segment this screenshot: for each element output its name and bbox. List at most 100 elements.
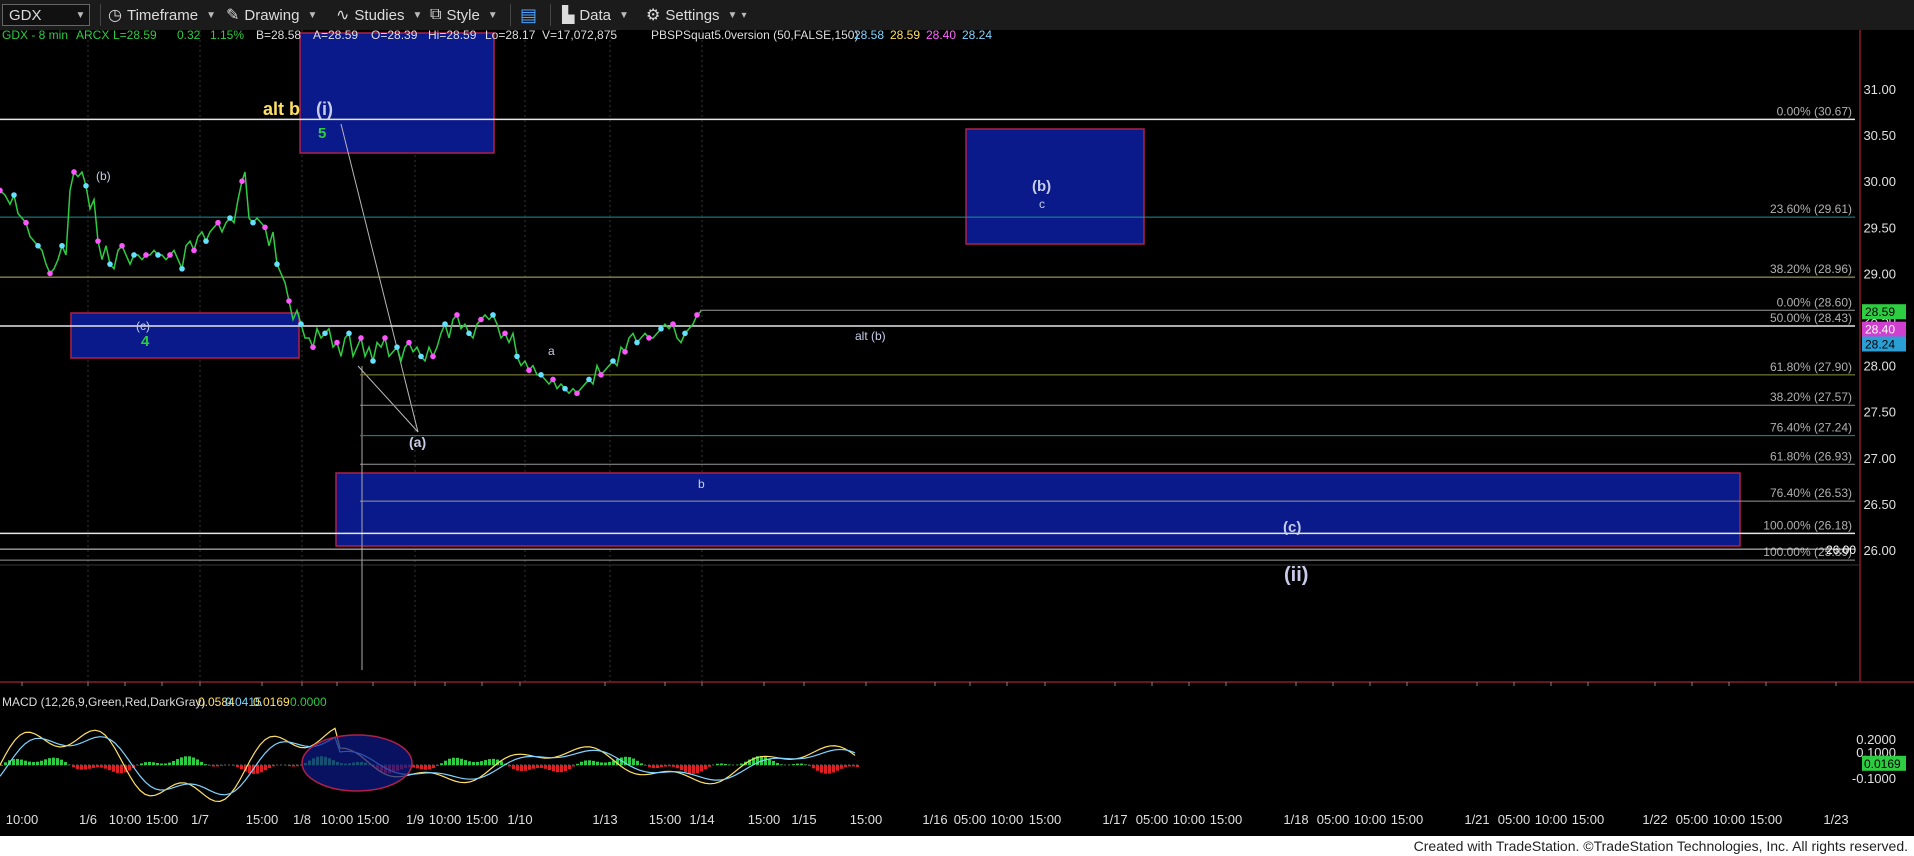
pivot-dot-135 bbox=[538, 372, 544, 378]
pivot-dot-24 bbox=[95, 238, 101, 244]
studies-menu[interactable]: ∿ Studies ▼ bbox=[336, 4, 422, 26]
macd-bar-764 bbox=[764, 756, 767, 765]
macd-bar-288 bbox=[288, 765, 291, 767]
fib-label-8: 61.80% (26.93) bbox=[1770, 449, 1852, 463]
data-menu[interactable]: ▙ Data ▼ bbox=[562, 4, 629, 26]
timeframe-menu[interactable]: ◷ Timeframe ▼ bbox=[108, 4, 216, 26]
macd-bar-240 bbox=[240, 765, 243, 770]
macd-bar-168 bbox=[168, 762, 171, 765]
x-tick-12: 1/10 bbox=[507, 812, 532, 827]
macd-bar-848 bbox=[848, 765, 851, 767]
annotation-10: (b) bbox=[1032, 178, 1051, 195]
macd-bar-148 bbox=[148, 761, 151, 765]
macd-bar-248 bbox=[248, 765, 251, 774]
header-volume: V=17,072,875 bbox=[542, 30, 617, 42]
fib-label-9: 76.40% (26.53) bbox=[1770, 486, 1852, 500]
macd-bar-596 bbox=[596, 761, 599, 765]
pivot-dot-66 bbox=[262, 224, 268, 231]
chevron-down-icon: ▼ bbox=[307, 9, 318, 21]
macd-bar-804 bbox=[804, 764, 807, 765]
x-tick-38: 15:00 bbox=[1750, 812, 1783, 827]
macd-bar-104 bbox=[104, 765, 107, 769]
macd-bar-688 bbox=[688, 765, 691, 774]
x-tick-4: 1/7 bbox=[191, 812, 209, 827]
macd-bar-260 bbox=[260, 765, 263, 773]
box-target-b bbox=[965, 128, 1145, 245]
macd-bar-256 bbox=[256, 765, 259, 774]
pivot-dot-156 bbox=[622, 348, 628, 355]
macd-bar-628 bbox=[628, 757, 631, 765]
pivot-dot-18 bbox=[71, 169, 77, 175]
macd-bar-808 bbox=[808, 765, 811, 767]
pivot-dot-90 bbox=[358, 335, 364, 341]
settings-menu[interactable]: ⚙ Settings ▼ ▾ bbox=[646, 4, 746, 26]
x-tick-10: 10:00 bbox=[429, 812, 462, 827]
chevron-down-icon: ▼ bbox=[487, 9, 498, 21]
macd-bar-632 bbox=[632, 758, 635, 765]
study-value-2: 28.59 bbox=[890, 30, 920, 42]
box-wave-4 bbox=[70, 312, 300, 359]
chart-area[interactable]: 0.00% (30.67) 23.60% (29.61) 38.20% (28.96… bbox=[0, 30, 1914, 836]
macd-bar-164 bbox=[164, 763, 167, 765]
macd-bar-512 bbox=[512, 765, 515, 769]
fib-label-5: 61.80% (27.90) bbox=[1770, 360, 1852, 374]
drawing-menu[interactable]: ✎ Drawing ▼ bbox=[226, 4, 317, 26]
y-tick-8: 27.00 bbox=[1863, 451, 1896, 466]
layout-button[interactable]: ▤ bbox=[520, 4, 537, 26]
fib-label-7: 76.40% (27.24) bbox=[1770, 421, 1852, 435]
annotation-1: (i) bbox=[316, 99, 333, 119]
macd-bar-844 bbox=[844, 765, 847, 768]
macd-bar-468 bbox=[468, 761, 471, 765]
level-26-label: 26.00 bbox=[1826, 543, 1856, 557]
macd-bar-204 bbox=[204, 764, 207, 765]
macd-bar-40 bbox=[40, 760, 43, 765]
macd-bar-448 bbox=[448, 758, 451, 765]
macd-bar-544 bbox=[544, 765, 547, 769]
style-menu[interactable]: ⧉ Style ▼ bbox=[430, 4, 498, 26]
macd-bar-144 bbox=[144, 762, 147, 765]
macd-bar-140 bbox=[140, 763, 143, 765]
macd-bar-4 bbox=[4, 762, 7, 765]
fib-label-0: 0.00% (30.67) bbox=[1777, 104, 1852, 118]
pivot-dot-9 bbox=[35, 242, 41, 249]
macd-bar-656 bbox=[656, 765, 659, 768]
macd-bar-528 bbox=[528, 765, 531, 770]
macd-bar-492 bbox=[492, 758, 495, 765]
symbol-selector[interactable]: GDX ▼ bbox=[2, 4, 90, 26]
x-tick-6: 1/8 bbox=[293, 812, 311, 827]
macd-bar-660 bbox=[660, 765, 663, 768]
macd-bar-28 bbox=[28, 761, 31, 765]
macd-bar-100 bbox=[100, 765, 103, 768]
macd-bar-640 bbox=[640, 763, 643, 765]
macd-bar-584 bbox=[584, 760, 587, 765]
x-tick-9: 1/9 bbox=[406, 812, 424, 827]
macd-bar-648 bbox=[648, 765, 651, 768]
pivot-dot-57 bbox=[227, 215, 233, 221]
price-badge-1: 28.40 bbox=[1865, 323, 1895, 337]
footer-text: Created with TradeStation. ©TradeStation… bbox=[1413, 838, 1908, 854]
pivot-dot-63 bbox=[250, 219, 256, 226]
x-tick-13: 1/13 bbox=[592, 812, 617, 827]
settings-label: Settings bbox=[665, 6, 720, 24]
macd-bar-152 bbox=[152, 762, 155, 765]
fib-label-6: 38.20% (27.57) bbox=[1770, 390, 1852, 404]
pivot-dot-168 bbox=[670, 321, 676, 327]
macd-bar-176 bbox=[176, 759, 179, 765]
study-value-3: 28.40 bbox=[926, 30, 956, 42]
macd-bar-540 bbox=[540, 765, 543, 769]
macd-bar-440 bbox=[440, 763, 443, 765]
macd-bar-484 bbox=[484, 760, 487, 765]
macd-bar-560 bbox=[560, 765, 563, 773]
macd-bar-692 bbox=[692, 765, 695, 774]
pivot-dot-39 bbox=[155, 252, 161, 258]
pivot-dot-54 bbox=[215, 219, 221, 226]
x-tick-17: 1/15 bbox=[791, 812, 816, 827]
pencil-icon: ✎ bbox=[226, 7, 240, 24]
x-tick-2: 10:00 bbox=[109, 812, 142, 827]
macd-bar-716 bbox=[716, 763, 719, 765]
chevron-down-icon: ▼ bbox=[727, 9, 738, 21]
header-exchange: ARCX bbox=[76, 30, 109, 42]
macd-bar-20 bbox=[20, 759, 23, 765]
annotation-2: 5 bbox=[318, 125, 326, 142]
annotation-4: (c) bbox=[136, 319, 150, 333]
